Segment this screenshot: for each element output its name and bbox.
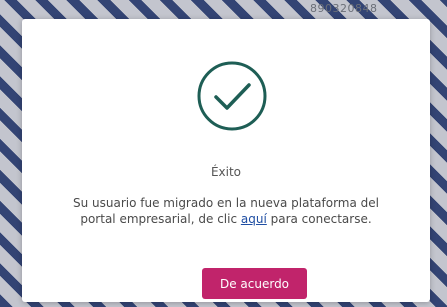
dialog-message: Su usuario fue migrado en la nueva plata… xyxy=(62,195,390,227)
dialog-title: Éxito xyxy=(210,165,242,179)
success-dialog: Éxito Su usuario fue migrado en la nueva… xyxy=(22,19,430,302)
background-number: 890320848 xyxy=(310,2,378,15)
agree-button[interactable]: De acuerdo xyxy=(202,268,307,299)
connect-link[interactable]: aquí xyxy=(241,212,267,226)
check-circle-icon xyxy=(197,61,267,131)
message-text-end: para conectarse. xyxy=(266,212,372,226)
